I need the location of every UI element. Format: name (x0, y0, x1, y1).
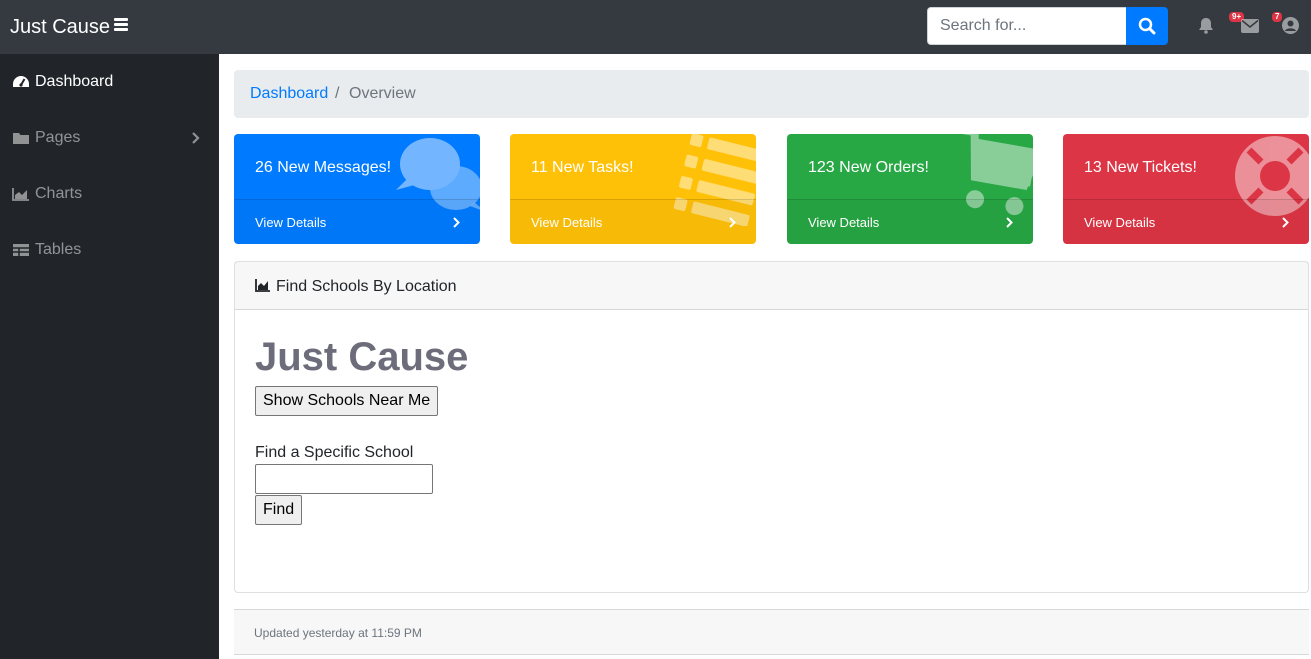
view-details-link[interactable]: View Details (787, 199, 1033, 244)
orders-card: 123 New Orders! View Details (787, 134, 1033, 244)
breadcrumb-separator: / (335, 85, 340, 102)
chevron-right-icon (1282, 217, 1289, 228)
tickets-card: 13 New Tickets! View Details (1063, 134, 1309, 244)
sidebar-item-charts[interactable]: Charts (0, 166, 219, 222)
sidebar-item-tables[interactable]: Tables (0, 222, 219, 278)
sidebar-item-label: Charts (35, 185, 83, 202)
find-button[interactable]: Find (255, 495, 303, 525)
chevron-right-icon (1006, 217, 1013, 228)
panel-title: Find Schools By Location (276, 278, 457, 295)
school-search-input[interactable] (255, 464, 433, 494)
sidebar-item-dashboard[interactable]: Dashboard (0, 54, 219, 110)
sidebar-toggle-icon[interactable] (114, 18, 128, 32)
breadcrumb-current: Overview (349, 85, 416, 102)
messages-badge: 7 (1272, 12, 1283, 22)
view-details-link[interactable]: View Details (234, 199, 480, 244)
sidebar-item-label: Tables (35, 241, 82, 258)
view-details-label: View Details (808, 215, 880, 230)
view-details-label: View Details (531, 215, 603, 230)
user-circle-icon[interactable] (1282, 17, 1300, 35)
chevron-right-icon (729, 217, 736, 228)
panel-footer: Updated yesterday at 11:59 PM (234, 609, 1309, 655)
card-title: 123 New Orders! (808, 159, 929, 176)
search-input[interactable] (927, 7, 1127, 45)
search-button[interactable] (1126, 7, 1168, 45)
show-schools-near-me-button[interactable]: Show Schools Near Me (255, 386, 439, 416)
search-icon (1138, 17, 1156, 35)
sidebar-item-pages[interactable]: Pages (0, 110, 219, 166)
tachometer-icon (13, 76, 29, 87)
panel-header: Find Schools By Location (235, 262, 1308, 310)
folder-icon (13, 133, 29, 144)
view-details-link[interactable]: View Details (510, 199, 756, 244)
chevron-right-icon (453, 217, 460, 228)
sidebar: Dashboard Pages Charts Tables (0, 54, 219, 659)
tasks-card: 11 New Tasks! View Details (510, 134, 756, 244)
view-details-label: View Details (1084, 215, 1156, 230)
area-chart-icon (255, 279, 270, 292)
view-details-label: View Details (255, 215, 327, 230)
find-school-label: Find a Specific School (255, 444, 414, 461)
area-chart-icon (12, 188, 29, 201)
updated-timestamp: Updated yesterday at 11:59 PM (254, 626, 422, 640)
sidebar-item-label: Pages (35, 129, 81, 146)
sidebar-item-label: Dashboard (35, 73, 114, 90)
card-title: 13 New Tickets! (1084, 159, 1197, 176)
table-icon (13, 244, 29, 256)
find-schools-panel: Find Schools By Location Just Cause Show… (234, 261, 1309, 593)
chevron-right-icon (192, 132, 200, 144)
brand-title[interactable]: Just Cause (10, 14, 110, 40)
top-navbar: Just Cause 9+ 7 (0, 0, 1311, 54)
breadcrumb-dashboard-link[interactable]: Dashboard (250, 84, 328, 104)
app-title: Just Cause (255, 335, 469, 379)
messages-card: 26 New Messages! View Details (234, 134, 480, 244)
card-title: 26 New Messages! (255, 159, 392, 176)
card-title: 11 New Tasks! (531, 159, 634, 176)
alerts-bell-icon[interactable] (1198, 17, 1216, 35)
envelope-icon[interactable] (1241, 19, 1259, 37)
breadcrumb: Dashboard / Overview (234, 70, 1309, 118)
view-details-link[interactable]: View Details (1063, 199, 1309, 244)
